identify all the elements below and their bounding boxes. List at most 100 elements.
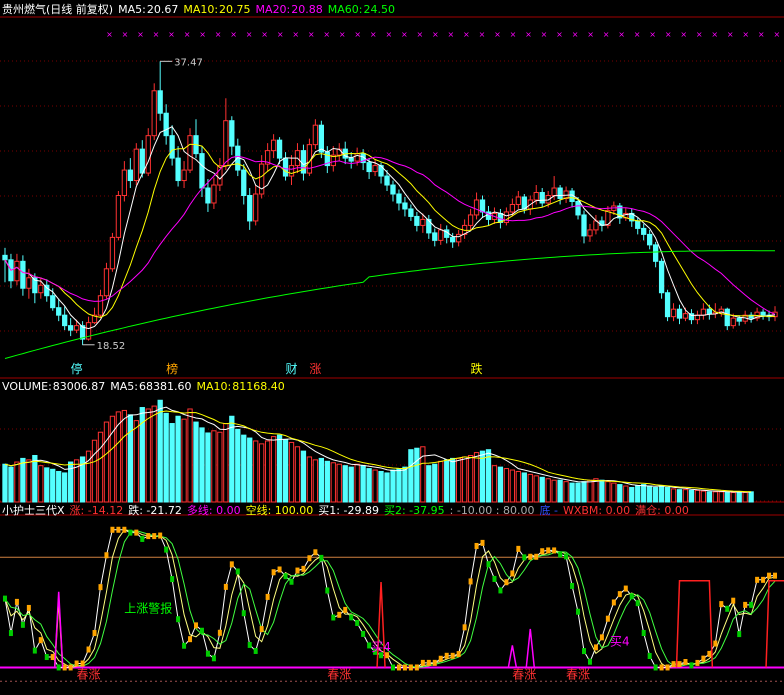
oscillator-block bbox=[390, 664, 395, 671]
volume-bar bbox=[56, 470, 62, 503]
oscillator-block bbox=[331, 614, 336, 621]
volume-bar bbox=[515, 470, 521, 503]
volume-bar bbox=[742, 492, 748, 503]
volume-bar bbox=[91, 439, 98, 503]
candle-body bbox=[50, 295, 56, 309]
volume-bar bbox=[450, 457, 456, 503]
oscillator-block bbox=[74, 660, 79, 667]
candle-body bbox=[408, 208, 414, 217]
volume-label: VOLUME: bbox=[2, 380, 52, 393]
indicator-item: WXBM: 0.00 bbox=[562, 504, 631, 517]
volume-bar bbox=[336, 463, 342, 503]
volume-bar bbox=[623, 485, 629, 503]
oscillator-block bbox=[176, 616, 181, 623]
volume-bar bbox=[611, 482, 617, 503]
candle-body bbox=[670, 308, 677, 318]
signal-x-marker: × bbox=[230, 30, 237, 39]
volume-bar bbox=[312, 459, 319, 503]
candle-body bbox=[706, 308, 713, 315]
volume-bar bbox=[426, 465, 432, 503]
volume-bar bbox=[396, 468, 402, 503]
candle-body bbox=[97, 295, 104, 316]
signal-x-marker: × bbox=[401, 30, 408, 39]
signal-x-marker: × bbox=[354, 30, 361, 39]
signal-x-marker: × bbox=[448, 30, 455, 39]
ma5-label: MA5: bbox=[118, 3, 146, 16]
volume-bar bbox=[736, 491, 742, 503]
signal-x-marker: × bbox=[665, 30, 672, 39]
oscillator-block bbox=[92, 630, 97, 637]
volume-bar bbox=[241, 434, 247, 503]
candle-body bbox=[276, 139, 283, 159]
oscillator-block bbox=[164, 546, 169, 553]
oscillator-block bbox=[152, 533, 157, 540]
oscillator-block bbox=[235, 568, 240, 575]
signal-x-marker: × bbox=[122, 30, 129, 39]
volume-header: VOLUME:83006.87 MA5:68381.60 MA10:81168.40 bbox=[2, 380, 290, 393]
oscillator-block bbox=[593, 644, 598, 651]
volume-bar bbox=[575, 482, 581, 503]
candle-body bbox=[432, 232, 438, 241]
oscillator-block bbox=[510, 570, 515, 577]
ma10-value: 20.75 bbox=[219, 3, 251, 16]
ma20-value: 20.88 bbox=[291, 3, 323, 16]
volume-bar bbox=[223, 423, 229, 503]
volume-bar bbox=[587, 479, 593, 503]
candle-body bbox=[515, 196, 521, 205]
signal-x-marker: × bbox=[215, 30, 222, 39]
candle-body bbox=[647, 233, 653, 246]
candle-body bbox=[151, 90, 157, 137]
signal-x-marker: × bbox=[727, 30, 734, 39]
oscillator-block bbox=[116, 526, 121, 533]
signal-label: 春涨 bbox=[512, 666, 536, 681]
event-marker: 财 bbox=[285, 362, 297, 376]
oscillator-block bbox=[432, 659, 437, 666]
signal-label: 买4 bbox=[610, 634, 630, 648]
candle-body bbox=[67, 325, 74, 331]
oscillator-block bbox=[217, 629, 222, 636]
volume-bar bbox=[390, 469, 396, 503]
signal-x-marker: × bbox=[153, 30, 160, 39]
volume-bar bbox=[455, 457, 462, 503]
indicator-name: 小护士三代X bbox=[2, 504, 65, 517]
signal-label: 上涨警报 bbox=[124, 600, 172, 615]
volume-bar bbox=[103, 421, 110, 503]
oscillator-block bbox=[707, 650, 712, 657]
candle-body bbox=[127, 169, 133, 182]
oscillator-block bbox=[2, 595, 7, 602]
volume-bar bbox=[461, 456, 468, 503]
volume-bar bbox=[688, 489, 695, 503]
oscillator-block bbox=[689, 662, 694, 669]
oscillator-block bbox=[552, 547, 557, 554]
volume-bar bbox=[300, 450, 307, 503]
candle-body bbox=[241, 169, 247, 196]
volume-bar bbox=[2, 463, 8, 503]
candle-body bbox=[664, 292, 671, 318]
volume-bar bbox=[26, 459, 32, 503]
candle-body bbox=[420, 218, 426, 226]
candle-body bbox=[438, 229, 444, 241]
signal-x-marker: × bbox=[261, 30, 268, 39]
oscillator-block bbox=[158, 532, 163, 539]
candle-body bbox=[312, 124, 319, 146]
volume-bar bbox=[706, 491, 713, 503]
oscillator-block bbox=[134, 529, 139, 536]
candle-body bbox=[641, 227, 647, 235]
oscillator-block bbox=[283, 573, 288, 580]
candle-body bbox=[109, 236, 116, 270]
candle-body bbox=[760, 311, 766, 316]
candle-body bbox=[20, 260, 26, 289]
volume-bar bbox=[629, 486, 635, 503]
volume-bar bbox=[408, 449, 414, 503]
candle-body bbox=[157, 90, 163, 114]
candle-body bbox=[635, 220, 641, 229]
signal-x-marker: × bbox=[199, 30, 206, 39]
oscillator-block bbox=[534, 553, 539, 560]
volume-bar bbox=[473, 452, 480, 503]
oscillator-block bbox=[319, 554, 324, 561]
volume-bar bbox=[306, 456, 313, 503]
oscillator-block bbox=[492, 575, 497, 582]
candle-body bbox=[700, 308, 707, 316]
oscillator-block bbox=[14, 598, 19, 605]
candle-body bbox=[163, 112, 169, 137]
